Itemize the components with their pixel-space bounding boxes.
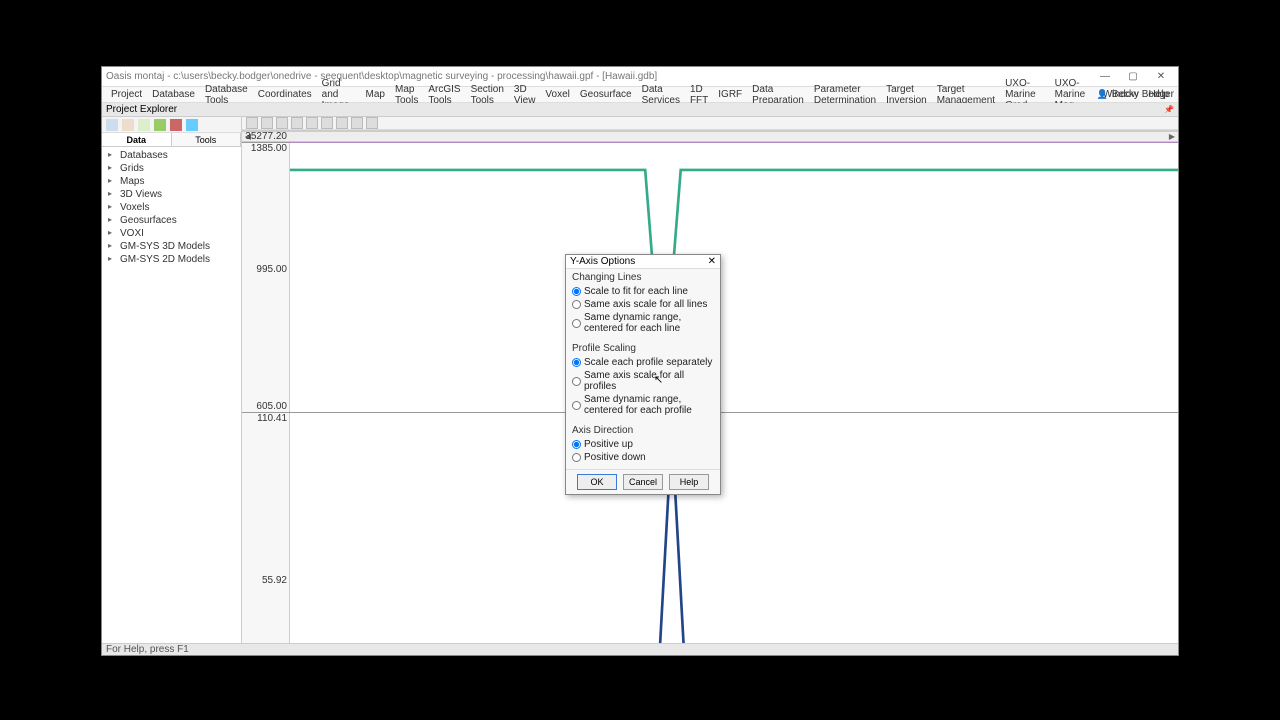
ytick: 35277.20 [245, 131, 287, 142]
user-badge[interactable]: Becky Bodger [1097, 89, 1174, 100]
col-y[interactable]: Y▾ [373, 131, 467, 132]
col-signal[interactable]: SIGNAL▾ [918, 131, 986, 132]
menu-geosurface[interactable]: Geosurface [575, 89, 637, 100]
help-button[interactable]: Help [669, 474, 709, 490]
tree-3d-views[interactable]: 3D Views [106, 188, 237, 201]
tool-icon[interactable] [106, 119, 118, 131]
ytick: 1385.00 [251, 143, 287, 154]
scroll-right-icon[interactable]: ▶ [1166, 132, 1178, 141]
tab-tools[interactable]: Tools [172, 133, 242, 146]
toolbar-icon[interactable] [246, 117, 258, 129]
cancel-button[interactable]: Cancel [623, 474, 663, 490]
radio-positive-down[interactable]: Positive down [572, 451, 714, 464]
ytick: 605.00 [256, 401, 287, 412]
col-time[interactable]: TIME▾ [985, 131, 1035, 132]
ok-button[interactable]: OK [577, 474, 617, 490]
side-toolbar [102, 117, 241, 133]
yaxis-options-dialog: Y-Axis Options ✕ Changing Lines Scale to… [565, 254, 721, 495]
group-axis-direction: Axis Direction [572, 425, 714, 436]
ytick: 110.41 [257, 413, 287, 424]
col-mag_edit[interactable]: Mag_edit▾ [1035, 131, 1111, 132]
toolbar-icon[interactable] [336, 117, 348, 129]
menu-voxel[interactable]: Voxel [540, 89, 574, 100]
dialog-title: Y-Axis Options [570, 256, 635, 267]
group-profile-scaling: Profile Scaling [572, 343, 714, 354]
toolbar-icon[interactable] [366, 117, 378, 129]
main-toolbar [242, 117, 1178, 130]
help-hint: For Help, press F1 [106, 644, 189, 655]
radio-positive-up[interactable]: Positive up [572, 438, 714, 451]
maximize-button[interactable]: ▢ [1120, 70, 1146, 84]
play-icon[interactable] [154, 119, 166, 131]
ytick: 55.92 [262, 575, 287, 586]
col-altitude[interactable]: ALTITUDE▾ [467, 131, 549, 132]
menu-coordinates[interactable]: Coordinates [253, 89, 317, 100]
group-changing-lines: Changing Lines [572, 272, 714, 283]
tree-gm-sys-2d-models[interactable]: GM-SYS 2D Models [106, 253, 237, 266]
radio-dynamic-line[interactable]: Same dynamic range, centered for each li… [572, 311, 714, 335]
menu-igrf[interactable]: IGRF [713, 89, 747, 100]
col-date[interactable]: DATE▾ [549, 131, 617, 132]
radio-scale-fit-line[interactable]: Scale to fit for each line [572, 285, 714, 298]
toolbar-icon[interactable] [351, 117, 363, 129]
tab-data[interactable]: Data [102, 133, 172, 146]
radio-dynamic-profile[interactable]: Same dynamic range, centered for each pr… [572, 393, 714, 417]
ytick: 995.00 [256, 264, 287, 275]
plot-line [290, 413, 1178, 643]
radio-scale-profile[interactable]: Scale each profile separately [572, 356, 714, 369]
refresh-icon[interactable] [186, 119, 198, 131]
user-name: Becky Bodger [1112, 89, 1174, 100]
pin-icon[interactable]: 📌 [1164, 105, 1174, 114]
toolbar-icon[interactable] [291, 117, 303, 129]
radio-same-scale-lines[interactable]: Same axis scale for all lines [572, 298, 714, 311]
plot-line [290, 143, 1178, 412]
title-text: Oasis montaj - c:\users\becky.bodger\one… [106, 71, 657, 82]
project-explorer: Data Tools DatabasesGridsMaps3D ViewsVox… [102, 117, 242, 643]
grid-hscroll[interactable]: ◀ ▶ [242, 131, 1178, 142]
menu-map[interactable]: Map [361, 89, 390, 100]
radio-same-scale-profiles[interactable]: Same axis scale for all profiles [572, 369, 714, 393]
close-button[interactable]: ✕ [1148, 70, 1174, 84]
tree-geosurfaces[interactable]: Geosurfaces [106, 214, 237, 227]
toolbar-icon[interactable] [306, 117, 318, 129]
tree-voxi[interactable]: VOXI [106, 227, 237, 240]
close-icon[interactable]: ✕ [708, 256, 716, 267]
menu-project[interactable]: Project [106, 89, 147, 100]
tree-databases[interactable]: Databases [106, 149, 237, 162]
menu-database[interactable]: Database [147, 89, 200, 100]
col-lon_mag[interactable]: LON_MAG▾ [757, 131, 841, 132]
tool-icon[interactable] [122, 119, 134, 131]
tree: DatabasesGridsMaps3D ViewsVoxelsGeosurfa… [102, 147, 241, 268]
menubar: ProjectDatabaseDatabase ToolsCoordinates… [102, 87, 1178, 103]
toolbar-icon[interactable] [276, 117, 288, 129]
toolbar-icon[interactable] [321, 117, 333, 129]
tree-voxels[interactable]: Voxels [106, 201, 237, 214]
dialog-titlebar: Y-Axis Options ✕ [566, 255, 720, 269]
toolbar-icon[interactable] [261, 117, 273, 129]
pe-title-text: Project Explorer [106, 104, 177, 115]
pe-tabs: Data Tools [102, 133, 241, 147]
col-x[interactable]: X▾ [289, 131, 374, 132]
data-grid[interactable]: ✓ L18:0X▾Y▾ALTITUDE▾DATE▾DEPTH▾LAT_MAG▾L… [242, 130, 1178, 131]
col-lat_mag[interactable]: LAT_MAG▾ [678, 131, 758, 132]
tree-grids[interactable]: Grids [106, 162, 237, 175]
tool-icon[interactable] [138, 119, 150, 131]
col-depth[interactable]: DEPTH▾ [617, 131, 678, 132]
stop-icon[interactable] [170, 119, 182, 131]
app-status: For Help, press F1 [102, 643, 1178, 655]
tree-maps[interactable]: Maps [106, 175, 237, 188]
tree-gm-sys-3d-models[interactable]: GM-SYS 3D Models [106, 240, 237, 253]
project-explorer-title: Project Explorer 📌 [102, 103, 1178, 117]
col-mag[interactable]: MAG▾ [842, 131, 918, 132]
